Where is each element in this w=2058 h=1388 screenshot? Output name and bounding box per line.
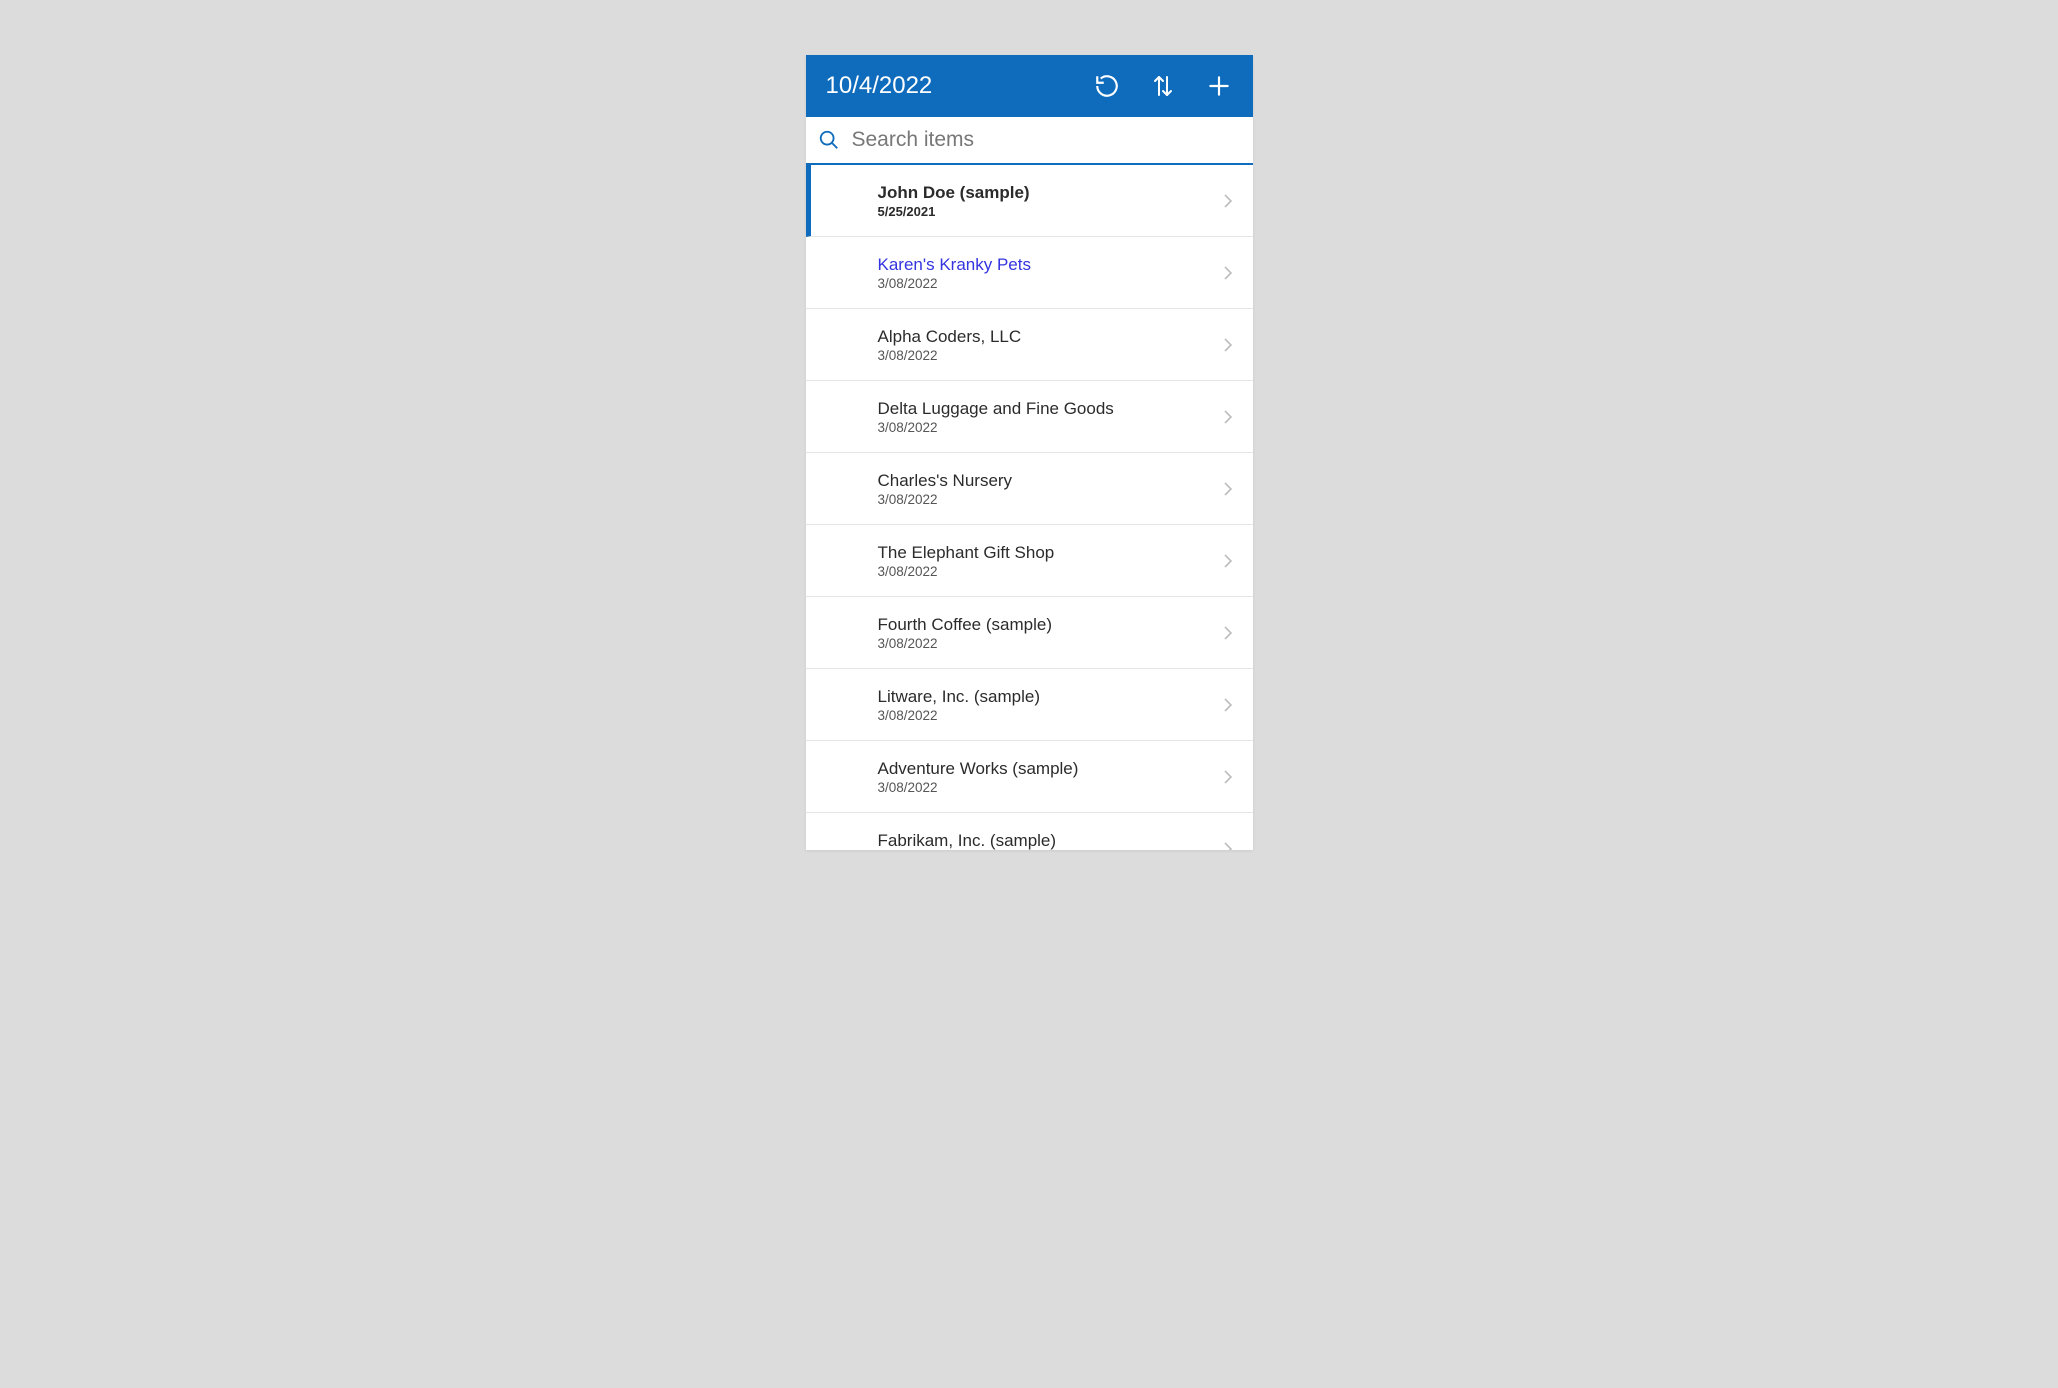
list-item-title: Karen's Kranky Pets <box>878 254 1221 275</box>
app-frame: 10/4/2022 <box>806 55 1253 850</box>
add-icon[interactable] <box>1205 72 1233 100</box>
list-item-title: Charles's Nursery <box>878 470 1221 491</box>
chevron-right-icon <box>1221 479 1235 499</box>
refresh-icon[interactable] <box>1093 72 1121 100</box>
list-item-texts: Fourth Coffee (sample)3/08/2022 <box>878 614 1221 651</box>
list-item-date: 3/08/2022 <box>878 348 1221 363</box>
list-item-title: Litware, Inc. (sample) <box>878 686 1221 707</box>
chevron-right-icon <box>1221 335 1235 355</box>
list-item-date: 3/08/2022 <box>878 708 1221 723</box>
list-item[interactable]: Karen's Kranky Pets3/08/2022 <box>806 237 1253 309</box>
list-item[interactable]: Litware, Inc. (sample)3/08/2022 <box>806 669 1253 741</box>
list-item-texts: Alpha Coders, LLC3/08/2022 <box>878 326 1221 363</box>
list-item-texts: John Doe (sample)5/25/2021 <box>878 182 1221 219</box>
list-item[interactable]: Fabrikam, Inc. (sample)3/08/2022 <box>806 813 1253 850</box>
items-list[interactable]: John Doe (sample)5/25/2021 Karen's Kranky… <box>806 165 1253 850</box>
list-item-title: Fabrikam, Inc. (sample) <box>878 830 1221 850</box>
header-title: 10/4/2022 <box>826 72 1093 100</box>
list-item-texts: Litware, Inc. (sample)3/08/2022 <box>878 686 1221 723</box>
list-item-texts: The Elephant Gift Shop3/08/2022 <box>878 542 1221 579</box>
list-item[interactable]: Delta Luggage and Fine Goods3/08/2022 <box>806 381 1253 453</box>
search-input[interactable] <box>852 128 1241 152</box>
chevron-right-icon <box>1221 407 1235 427</box>
search-bar[interactable] <box>806 117 1253 165</box>
list-item-date: 3/08/2022 <box>878 420 1221 435</box>
list-item-date: 3/08/2022 <box>878 564 1221 579</box>
list-item-texts: Karen's Kranky Pets3/08/2022 <box>878 254 1221 291</box>
list-item-texts: Fabrikam, Inc. (sample)3/08/2022 <box>878 830 1221 850</box>
list-item-texts: Delta Luggage and Fine Goods3/08/2022 <box>878 398 1221 435</box>
list-item-title: The Elephant Gift Shop <box>878 542 1221 563</box>
list-item[interactable]: Charles's Nursery3/08/2022 <box>806 453 1253 525</box>
list-item-texts: Charles's Nursery3/08/2022 <box>878 470 1221 507</box>
list-item-title: Fourth Coffee (sample) <box>878 614 1221 635</box>
list-item-date: 3/08/2022 <box>878 780 1221 795</box>
header-actions <box>1093 72 1239 100</box>
chevron-right-icon <box>1221 767 1235 787</box>
list-item-title: Alpha Coders, LLC <box>878 326 1221 347</box>
list-item-title: Delta Luggage and Fine Goods <box>878 398 1221 419</box>
list-item-title: John Doe (sample) <box>878 182 1221 203</box>
chevron-right-icon <box>1221 191 1235 211</box>
sort-icon[interactable] <box>1149 72 1177 100</box>
list-item-date: 5/25/2021 <box>878 204 1221 219</box>
chevron-right-icon <box>1221 551 1235 571</box>
list-item[interactable]: John Doe (sample)5/25/2021 <box>806 165 1253 237</box>
list-item[interactable]: Fourth Coffee (sample)3/08/2022 <box>806 597 1253 669</box>
search-icon <box>818 129 840 151</box>
list-item-texts: Adventure Works (sample)3/08/2022 <box>878 758 1221 795</box>
list-item-date: 3/08/2022 <box>878 492 1221 507</box>
list-item-date: 3/08/2022 <box>878 276 1221 291</box>
chevron-right-icon <box>1221 839 1235 851</box>
list-item[interactable]: Adventure Works (sample)3/08/2022 <box>806 741 1253 813</box>
chevron-right-icon <box>1221 623 1235 643</box>
header-bar: 10/4/2022 <box>806 55 1253 117</box>
chevron-right-icon <box>1221 263 1235 283</box>
list-item[interactable]: The Elephant Gift Shop3/08/2022 <box>806 525 1253 597</box>
list-item[interactable]: Alpha Coders, LLC3/08/2022 <box>806 309 1253 381</box>
list-item-date: 3/08/2022 <box>878 636 1221 651</box>
chevron-right-icon <box>1221 695 1235 715</box>
list-item-title: Adventure Works (sample) <box>878 758 1221 779</box>
